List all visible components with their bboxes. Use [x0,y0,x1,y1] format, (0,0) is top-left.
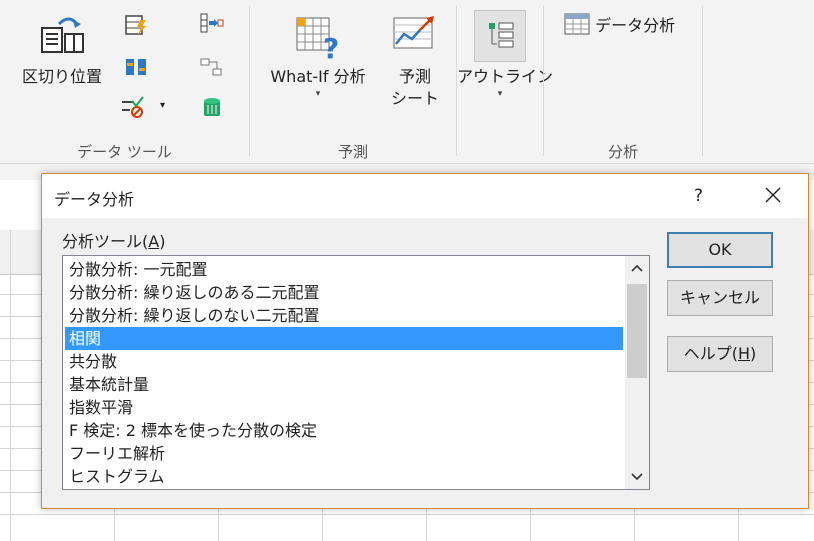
forecast-sheet-label-line1: 予測 [398,67,431,86]
list-item[interactable]: 基本統計量 [65,373,623,396]
flash-fill-icon[interactable] [124,14,148,36]
group-divider [702,6,703,156]
list-item[interactable]: 分散分析: 繰り返しのある二元配置 [65,281,623,304]
list-item[interactable]: 分散分析: 一元配置 [65,258,623,281]
analysis-tools-label: 分析ツール(A) [62,232,166,251]
analysis-group: データ分析 分析 [544,0,702,163]
analysis-tools-listbox[interactable]: 分散分析: 一元配置 分散分析: 繰り返しのある二元配置 分散分析: 繰り返しのない… [62,255,650,490]
outline-button[interactable]: アウトライン ▾ [457,10,554,100]
list-item[interactable]: F 検定: 2 標本を使った分散の検定 [65,419,623,442]
list-item[interactable]: 分散分析: 繰り返しのない二元配置 [65,304,623,327]
list-item[interactable]: ヒストグラム [65,465,623,488]
data-validation-caret[interactable]: ▾ [160,100,165,111]
listbox-scrollbar[interactable] [625,256,649,489]
ok-button[interactable]: OK [667,232,773,268]
remove-duplicates-icon[interactable] [124,56,148,78]
list-item[interactable]: 相関 [65,327,623,350]
analysis-group-label: 分析 [607,143,638,161]
list-item[interactable]: フーリエ解析 [65,442,623,465]
forecast-sheet-icon [393,16,434,49]
outline-caret-icon: ▾ [497,89,503,99]
forecast-sheet-label-line2: シート [390,89,439,108]
data-tools-group-label: データ ツール [77,143,172,161]
data-analysis-button[interactable]: データ分析 [564,12,675,38]
text-to-columns-button[interactable]: 区切り位置 [14,12,110,88]
data-analysis-icon [564,13,590,35]
list-item[interactable]: 指数平滑 [65,396,623,419]
dialog-titlebar[interactable]: データ分析 ? [42,174,808,218]
data-validation-icon[interactable] [120,96,144,118]
what-if-analysis-label: What-If 分析 [270,67,366,86]
data-tools-group: 区切り位置 ▾ データ ツール [0,0,249,163]
scroll-up-icon[interactable] [625,256,649,280]
forecast-group-label: 予測 [337,143,368,161]
forecast-sheet-button[interactable]: 予測 シート [380,12,450,110]
outline-label: アウトライン [457,67,554,86]
close-icon[interactable] [760,182,786,208]
relationships-icon[interactable] [200,56,224,78]
text-to-columns-label: 区切り位置 [21,67,102,86]
list-item[interactable]: 共分散 [65,350,623,373]
help-button[interactable]: ヘルプ(H) [667,336,773,372]
what-if-caret-icon: ▾ [315,89,321,99]
svg-text:?: ? [323,32,339,62]
outline-icon [489,22,514,48]
data-analysis-label: データ分析 [595,16,676,35]
scroll-down-icon[interactable] [625,465,649,489]
cancel-button[interactable]: キャンセル [667,280,773,316]
scroll-thumb[interactable] [627,284,647,378]
help-icon[interactable]: ? [694,186,703,206]
what-if-analysis-button[interactable]: ? What-If 分析 ▾ [256,12,380,100]
forecast-group: ? What-If 分析 ▾ 予測 シート 予測 [250,0,456,163]
consolidate-icon[interactable] [200,12,224,34]
outline-group: アウトライン ▾ [457,0,554,163]
data-analysis-dialog: データ分析 ? 分析ツール(A) 分散分析: 一元配置 分散分析: 繰り返しのある… [41,173,809,509]
text-to-columns-icon [41,17,84,53]
ribbon: 区切り位置 ▾ データ ツール ? What-If 分析 ▾ 予測 シート 予測… [0,0,814,164]
what-if-analysis-icon: ? [296,17,339,62]
dialog-title: データ分析 [54,190,135,209]
data-model-icon[interactable] [200,96,224,118]
